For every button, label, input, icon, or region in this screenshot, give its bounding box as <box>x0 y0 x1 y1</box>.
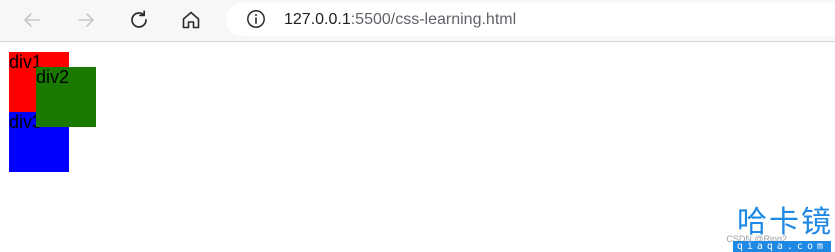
home-button[interactable] <box>175 4 207 36</box>
back-button[interactable] <box>16 4 48 36</box>
address-bar[interactable]: 127.0.0.1:5500/css-learning.html <box>226 3 835 36</box>
div2-box: div2 <box>36 67 96 127</box>
url-host: 127.0.0.1 <box>284 11 351 28</box>
info-icon[interactable] <box>246 9 266 29</box>
browser-toolbar: 127.0.0.1:5500/css-learning.html <box>0 0 835 42</box>
forward-arrow-icon <box>78 13 94 27</box>
url-path: :5500/css-learning.html <box>350 11 517 28</box>
refresh-button[interactable] <box>123 4 155 36</box>
refresh-icon <box>131 10 147 28</box>
back-arrow-icon <box>24 13 40 27</box>
page-content: div1 div3 div2 <box>0 42 835 252</box>
home-icon <box>182 11 200 29</box>
url-text[interactable]: 127.0.0.1:5500/css-learning.html <box>284 11 516 29</box>
forward-button[interactable] <box>70 4 102 36</box>
